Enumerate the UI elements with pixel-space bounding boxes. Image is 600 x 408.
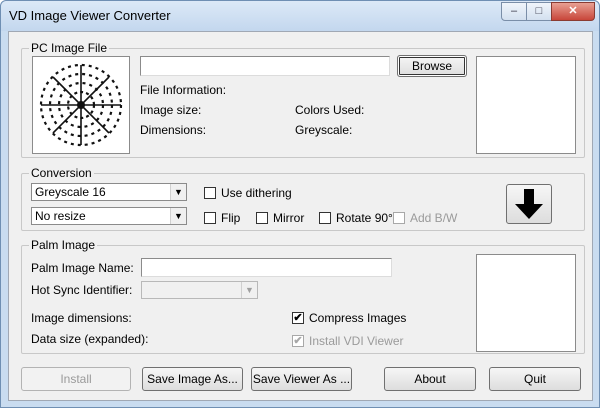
dialog-client-area: PC Image File Browse File Information: I… [8,31,593,401]
app-window: VD Image Viewer Converter – □ ✕ PC Image… [0,0,600,408]
compress-images-label: Compress Images [309,311,407,325]
hotsync-identifier-label: Hot Sync Identifier: [31,283,133,297]
checkbox-box[interactable] [256,212,268,224]
browse-button[interactable]: Browse [397,55,467,77]
mirror-checkbox[interactable]: Mirror [256,211,304,225]
resize-mode-select[interactable]: No resize ▼ [31,207,187,225]
install-button[interactable]: Install [21,367,131,391]
use-dithering-checkbox[interactable]: Use dithering [204,186,292,200]
mirror-label: Mirror [273,211,305,225]
pattern-image-icon [39,63,123,147]
convert-button[interactable] [506,184,552,224]
palm-image-name-label: Palm Image Name: [31,261,134,275]
conversion-group-label: Conversion [29,166,94,180]
checkbox-box[interactable] [204,187,216,199]
colors-used-label: Colors Used: [295,103,365,117]
add-bw-checkbox[interactable]: Add B/W [393,211,457,225]
check-icon[interactable]: ✔ [292,312,304,324]
close-button[interactable]: ✕ [551,2,595,21]
minimize-button[interactable]: – [501,2,527,21]
data-size-label: Data size (expanded): [31,332,149,346]
palm-image-name-input[interactable] [141,258,392,277]
file-information-label: File Information: [140,83,227,97]
install-vdi-viewer-checkbox[interactable]: ✔ Install VDI Viewer [292,334,403,348]
chevron-down-icon[interactable]: ▼ [170,208,186,224]
dimensions-label: Dimensions: [140,123,207,137]
resize-mode-value: No resize [35,209,86,223]
image-dimensions-label: Image dimensions: [31,311,132,325]
save-viewer-as-button[interactable]: Save Viewer As ... [251,367,352,391]
pc-secondary-preview [476,56,576,154]
pc-file-path-input[interactable] [140,56,390,76]
pc-image-preview [32,56,130,154]
color-mode-value: Greyscale 16 [35,185,106,199]
rotate-label: Rotate 90° [336,211,393,225]
rotate-90-checkbox[interactable]: Rotate 90° [319,211,393,225]
greyscale-label: Greyscale: [295,123,353,137]
maximize-button[interactable]: □ [526,2,552,21]
check-icon[interactable]: ✔ [292,335,304,347]
about-button[interactable]: About [384,367,476,391]
color-mode-select[interactable]: Greyscale 16 ▼ [31,183,187,201]
checkbox-box[interactable] [204,212,216,224]
conversion-group: Conversion Greyscale 16 ▼ No resize ▼ Us… [21,166,585,231]
palm-image-preview [476,254,576,352]
flip-checkbox[interactable]: Flip [204,211,240,225]
checkbox-box[interactable] [319,212,331,224]
chevron-down-icon[interactable]: ▼ [241,282,257,298]
flip-label: Flip [221,211,241,225]
title-bar: VD Image Viewer Converter – □ ✕ [1,1,599,31]
save-image-as-button[interactable]: Save Image As... [142,367,243,391]
chevron-down-icon[interactable]: ▼ [170,184,186,200]
palm-image-group: Palm Image Palm Image Name: Hot Sync Ide… [21,238,585,354]
hotsync-identifier-select[interactable]: ▼ [141,281,258,299]
add-bw-label: Add B/W [410,211,458,225]
install-vdi-viewer-label: Install VDI Viewer [309,334,404,348]
quit-button[interactable]: Quit [489,367,581,391]
image-size-label: Image size: [140,103,202,117]
palm-image-group-label: Palm Image [29,238,98,252]
use-dithering-label: Use dithering [221,186,292,200]
pc-image-file-group: PC Image File Browse File Information: I… [21,41,585,158]
compress-images-checkbox[interactable]: ✔ Compress Images [292,311,406,325]
pc-image-group-label: PC Image File [29,41,110,55]
checkbox-box[interactable] [393,212,405,224]
arrow-down-icon [515,189,543,219]
window-title: VD Image Viewer Converter [9,8,171,23]
